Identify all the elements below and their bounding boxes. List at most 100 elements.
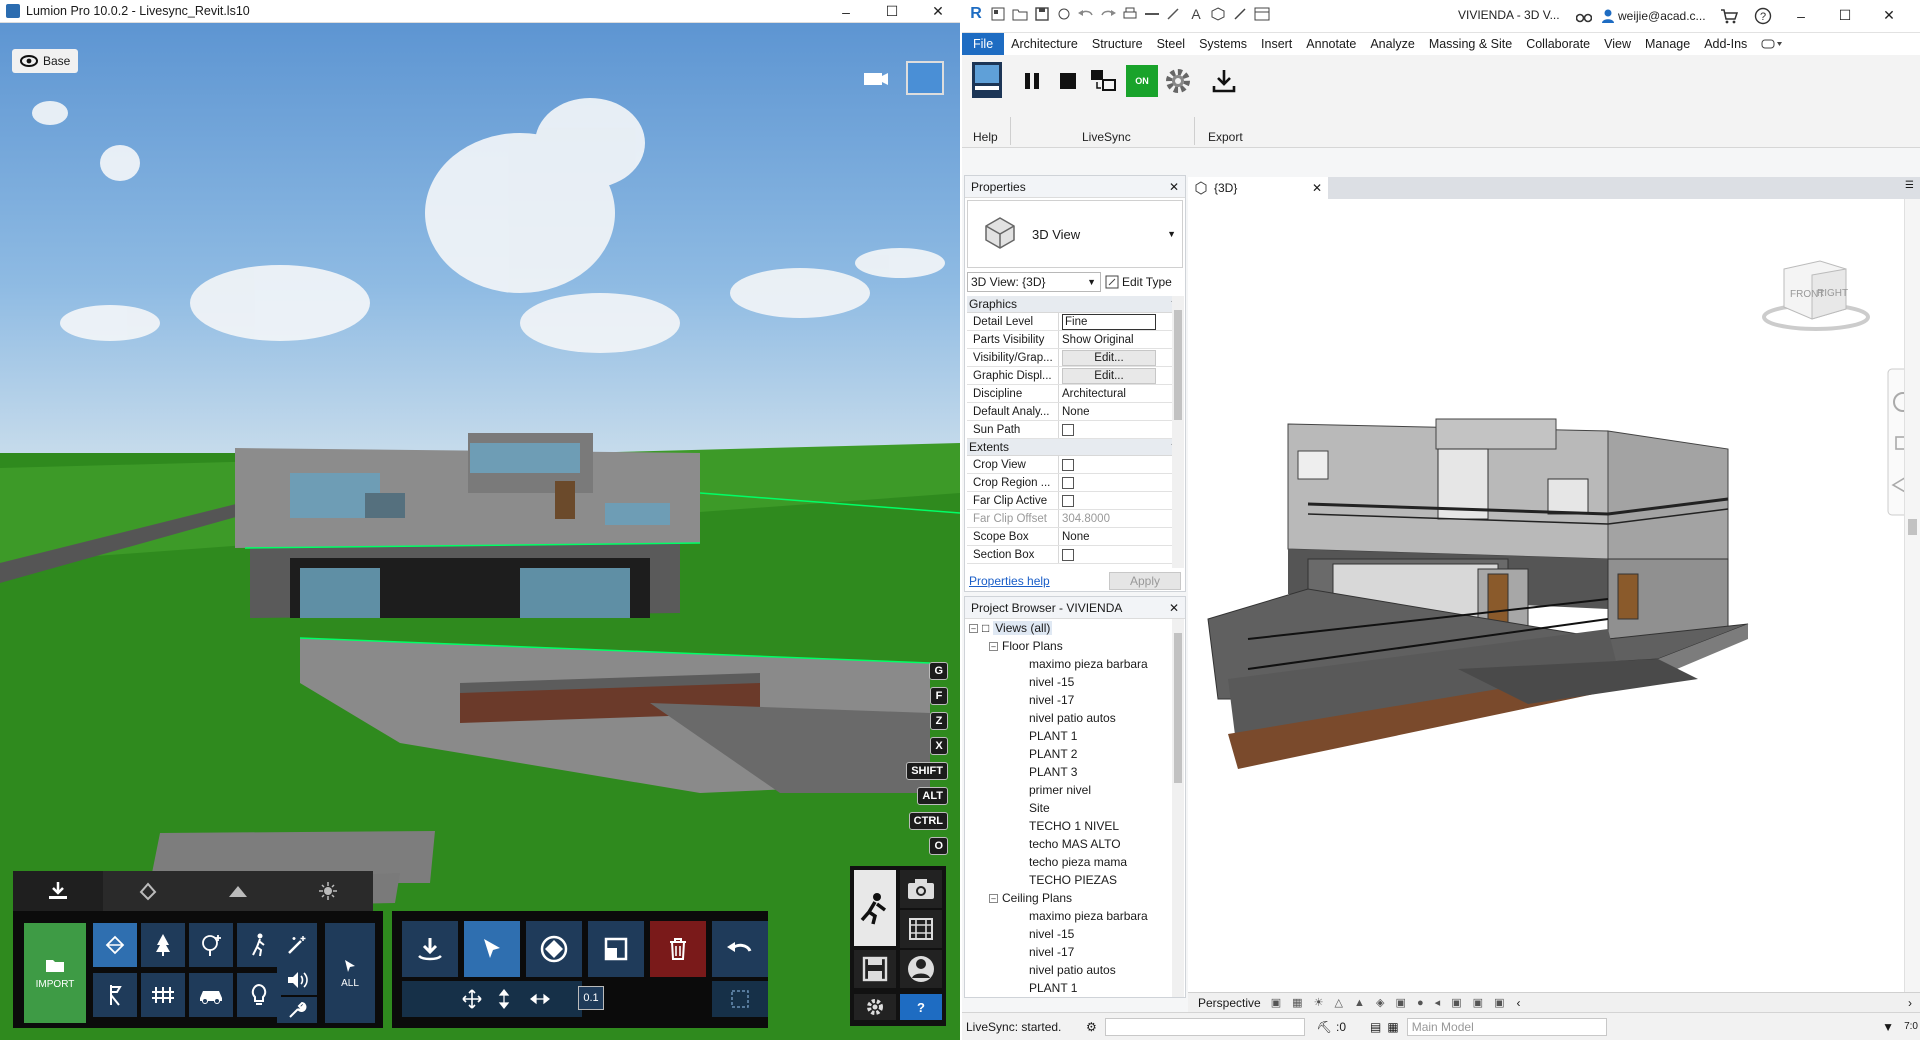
select-object-button[interactable]: [464, 921, 520, 977]
move-object-button[interactable]: [526, 921, 582, 977]
design-options-icon[interactable]: ▤: [1370, 1020, 1381, 1034]
place-object-button[interactable]: [402, 921, 458, 977]
close-icon[interactable]: ✕: [1169, 601, 1179, 615]
properties-scrollbar[interactable]: [1172, 296, 1184, 568]
build-mode-button[interactable]: [854, 870, 896, 946]
help-button[interactable]: ?: [900, 994, 942, 1020]
tree-item[interactable]: PLANT 2: [965, 745, 1173, 763]
livesync-settings-button[interactable]: [1162, 65, 1194, 97]
property-value[interactable]: None: [1059, 403, 1183, 420]
3d-view-canvas[interactable]: FRONT RIGHT: [1188, 199, 1920, 992]
all-button[interactable]: ALL: [325, 923, 375, 1023]
photo-mode-button[interactable]: [900, 870, 942, 908]
delete-object-button[interactable]: [650, 921, 706, 977]
sync-view-button[interactable]: [1088, 65, 1120, 97]
view-tab-3d[interactable]: {3D} ✕: [1188, 177, 1328, 199]
light-button[interactable]: [237, 973, 281, 1017]
export-button[interactable]: [1208, 65, 1240, 97]
height-value-field[interactable]: 0.1: [578, 986, 604, 1010]
scroll-right-icon[interactable]: ›: [1908, 996, 1912, 1010]
tab-systems[interactable]: Systems: [1192, 33, 1254, 55]
apply-button[interactable]: Apply: [1109, 572, 1181, 590]
tree-item[interactable]: Site: [965, 799, 1173, 817]
view-projection-label[interactable]: Perspective: [1198, 996, 1261, 1010]
select-area-button[interactable]: [712, 981, 768, 1017]
section-extents[interactable]: Extents⌃: [967, 439, 1183, 456]
tab-architecture[interactable]: Architecture: [1004, 33, 1085, 55]
move-xz-icon[interactable]: [462, 989, 482, 1009]
text-icon[interactable]: A: [1188, 6, 1204, 22]
edit-type-button[interactable]: Edit Type: [1105, 272, 1183, 292]
sun-path-checkbox[interactable]: [1062, 423, 1074, 436]
instance-selector[interactable]: 3D View: {3D} ▼: [967, 272, 1101, 292]
tree-item[interactable]: nivel patio autos: [965, 709, 1173, 727]
ribbon-options-icon[interactable]: [1754, 33, 1790, 55]
tree-item[interactable]: nivel -15: [965, 673, 1173, 691]
minimize-icon[interactable]: –: [1778, 4, 1824, 27]
collapse-icon[interactable]: –: [969, 623, 978, 633]
tab-import[interactable]: [13, 871, 103, 911]
tab-collaborate[interactable]: Collaborate: [1519, 33, 1597, 55]
tree-item[interactable]: PLANT 1: [965, 727, 1173, 745]
pause-button[interactable]: [1016, 65, 1048, 97]
model-selector[interactable]: Main Model: [1406, 1017, 1607, 1036]
property-value[interactable]: Show Original: [1059, 331, 1183, 348]
move-y-icon[interactable]: [498, 989, 510, 1009]
tab-materials[interactable]: [103, 871, 193, 911]
tab-annotate[interactable]: Annotate: [1299, 33, 1363, 55]
tree-item[interactable]: TECHO 1 NIVEL: [965, 817, 1173, 835]
property-value[interactable]: Architectural: [1059, 385, 1183, 402]
utilities-button[interactable]: [141, 973, 185, 1017]
tree-item[interactable]: techo MAS ALTO: [965, 835, 1173, 853]
view-vertical-scrollbar[interactable]: [1904, 199, 1920, 992]
maximize-icon[interactable]: ☐: [869, 0, 915, 23]
workset-selector[interactable]: [1104, 1017, 1305, 1036]
tree-item[interactable]: TECHO PIEZAS: [965, 871, 1173, 889]
tab-weather[interactable]: [283, 871, 373, 911]
home-icon[interactable]: [990, 6, 1006, 22]
binoculars-icon[interactable]: [1576, 8, 1592, 24]
people-button[interactable]: [237, 923, 281, 967]
scroll-left-icon[interactable]: ‹: [1517, 996, 1521, 1010]
maximize-icon[interactable]: ☐: [1822, 4, 1868, 27]
sync-icon[interactable]: [1056, 6, 1072, 22]
close-icon[interactable]: ✕: [1866, 4, 1912, 27]
far-clip-checkbox[interactable]: [1062, 494, 1074, 507]
tree-item[interactable]: nivel patio autos: [965, 961, 1173, 979]
tree-group-floor-plans[interactable]: – Floor Plans: [965, 637, 1173, 655]
design-options-icon-2[interactable]: ▦: [1387, 1020, 1398, 1034]
section-graphics[interactable]: Graphics⌃: [967, 296, 1183, 313]
detail-level-field[interactable]: Fine: [1062, 313, 1156, 330]
transport-button[interactable]: [189, 973, 233, 1017]
save-file-button[interactable]: [854, 950, 896, 988]
view-scale-icons[interactable]: ▣ ▦ ☀ △ ▲ ◈ ▣ ● ◂ ▣ ▣ ▣: [1271, 996, 1509, 1009]
section-box-checkbox[interactable]: [1062, 548, 1074, 561]
tree-button[interactable]: [141, 923, 185, 967]
visibility-edit-button[interactable]: Edit...: [1062, 349, 1156, 366]
close-icon[interactable]: ✕: [1169, 180, 1179, 194]
nature-button[interactable]: [93, 923, 137, 967]
tab-landscape[interactable]: [193, 871, 283, 911]
tree-root-views[interactable]: – □ Views (all): [965, 619, 1173, 637]
type-selector[interactable]: 3D View ▼: [967, 200, 1183, 268]
default-3d-view-icon[interactable]: [1210, 6, 1226, 22]
tab-view[interactable]: View: [1597, 33, 1638, 55]
tab-analyze[interactable]: Analyze: [1363, 33, 1421, 55]
movie-mode-button[interactable]: [900, 910, 942, 948]
tree-item[interactable]: PLANT 1: [965, 979, 1173, 997]
undo-icon[interactable]: [1078, 6, 1094, 22]
print-icon[interactable]: [1122, 6, 1138, 22]
save-icon[interactable]: [1034, 6, 1050, 22]
tree-item[interactable]: nivel -17: [965, 691, 1173, 709]
tag-icon[interactable]: [1166, 6, 1182, 22]
rotate-icon[interactable]: [530, 993, 550, 1005]
tab-overflow-icon[interactable]: ☰: [1905, 180, 1914, 191]
import-button[interactable]: IMPORT: [24, 923, 86, 1023]
scale-object-button[interactable]: [588, 921, 644, 977]
revit-logo-icon[interactable]: R: [968, 5, 984, 22]
tree-item[interactable]: techo pieza mama: [965, 853, 1173, 871]
tab-massing-site[interactable]: Massing & Site: [1422, 33, 1519, 55]
tree-item[interactable]: nivel -17: [965, 943, 1173, 961]
crop-region-checkbox[interactable]: [1062, 476, 1074, 489]
undo-button[interactable]: [712, 921, 768, 977]
